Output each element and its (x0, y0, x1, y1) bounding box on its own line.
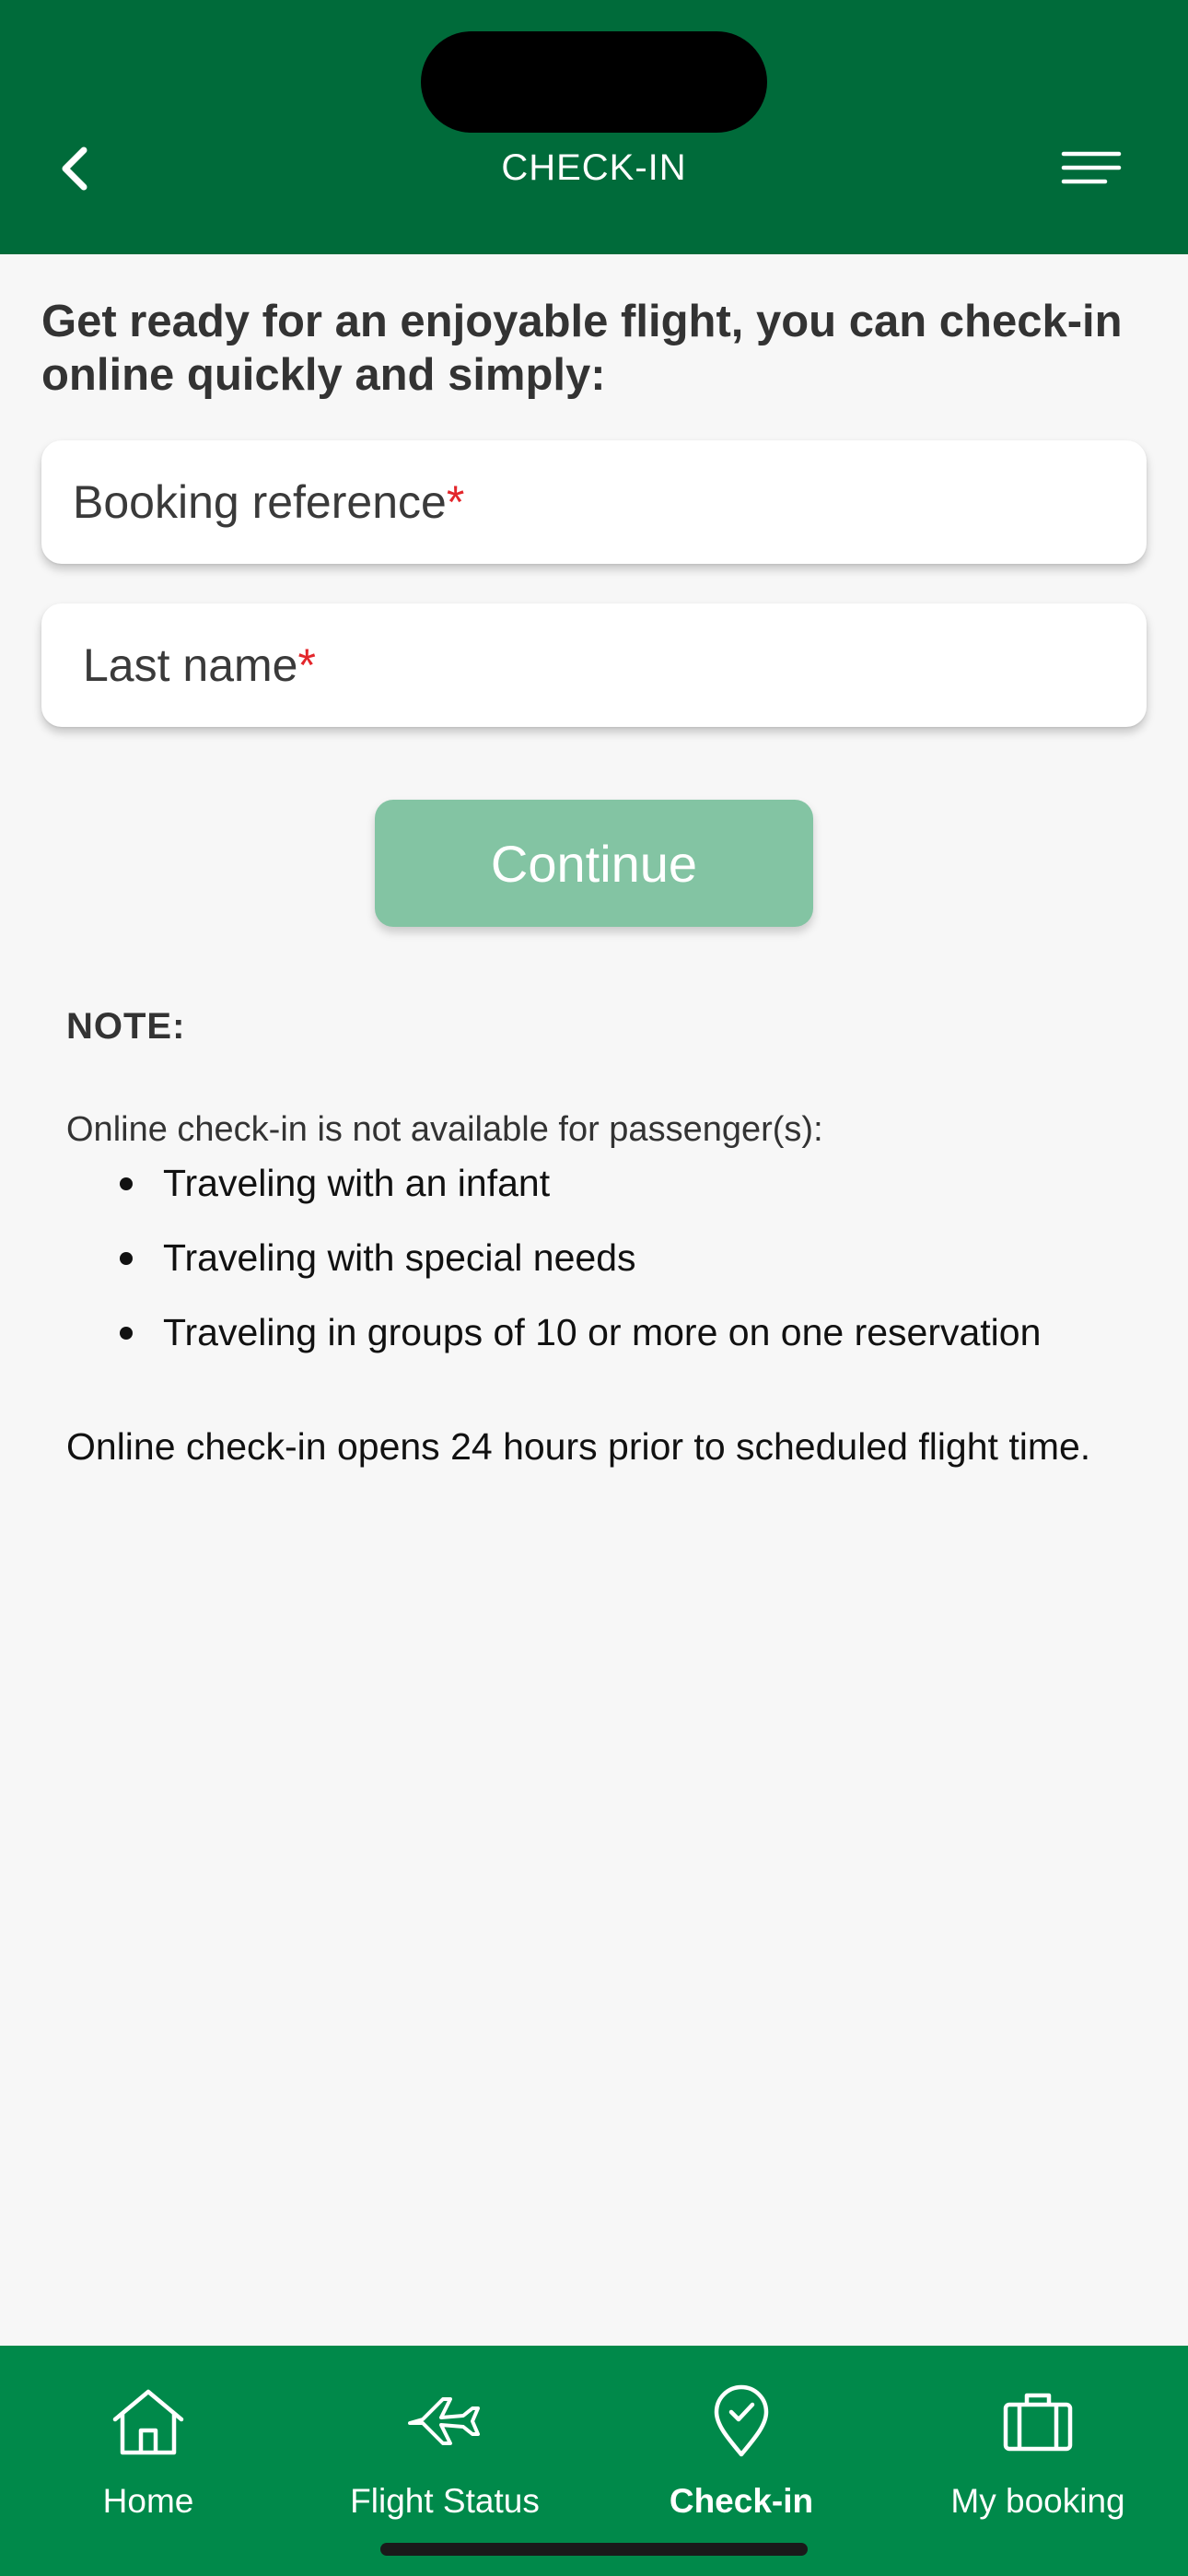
header-bar: CHECK-IN (0, 0, 1188, 254)
bullet-icon (120, 1177, 133, 1190)
tab-home[interactable]: Home (0, 2346, 297, 2530)
tab-label: Check-in (669, 2482, 814, 2520)
tab-label: My booking (950, 2482, 1125, 2520)
tab-label: Flight Status (350, 2482, 540, 2520)
home-indicator (380, 2543, 808, 2556)
note-heading: NOTE: (66, 1006, 186, 1047)
airplane-icon (406, 2383, 483, 2460)
home-icon (110, 2383, 187, 2460)
list-item: Traveling with an infant (66, 1155, 1153, 1230)
intro-text: Get ready for an enjoyable flight, you c… (41, 297, 1123, 400)
last-name-label: Last name (83, 639, 298, 691)
list-item: Traveling with special needs (66, 1230, 1153, 1305)
note-intro: Online check-in is not available for pas… (66, 1110, 823, 1149)
tab-check-in[interactable]: Check-in (593, 2346, 890, 2530)
required-marker: * (297, 639, 316, 691)
continue-button[interactable]: Continue (375, 800, 813, 927)
tab-bar: Home Flight Status Check-in My booking (0, 2346, 1188, 2576)
check-in-screen: CHECK-IN Get ready for an enjoyable flig… (0, 0, 1188, 2576)
tab-flight-status[interactable]: Flight Status (297, 2346, 593, 2530)
dynamic-island (421, 31, 767, 133)
menu-button[interactable] (1050, 138, 1133, 203)
bullet-icon (120, 1327, 133, 1340)
bullet-icon (120, 1252, 133, 1265)
list-item: Traveling in groups of 10 or more on one… (66, 1305, 1153, 1379)
note-footer: Online check-in opens 24 hours prior to … (66, 1425, 1091, 1468)
location-check-icon (709, 2383, 774, 2460)
booking-reference-label: Booking reference (73, 476, 447, 528)
list-item-text: Traveling with an infant (163, 1162, 551, 1204)
page-title: CHECK-IN (501, 147, 687, 188)
list-item-text: Traveling with special needs (163, 1236, 636, 1279)
briefcase-icon (1001, 2383, 1075, 2460)
list-item-text: Traveling in groups of 10 or more on one… (163, 1311, 1042, 1353)
tab-label: Home (102, 2482, 194, 2520)
menu-icon (1061, 148, 1122, 193)
tab-my-booking[interactable]: My booking (890, 2346, 1186, 2530)
booking-reference-field[interactable]: Booking reference * (41, 440, 1147, 564)
required-marker: * (446, 476, 465, 528)
last-name-field[interactable]: Last name * (41, 603, 1147, 727)
note-list: Traveling with an infant Traveling with … (66, 1155, 1153, 1379)
